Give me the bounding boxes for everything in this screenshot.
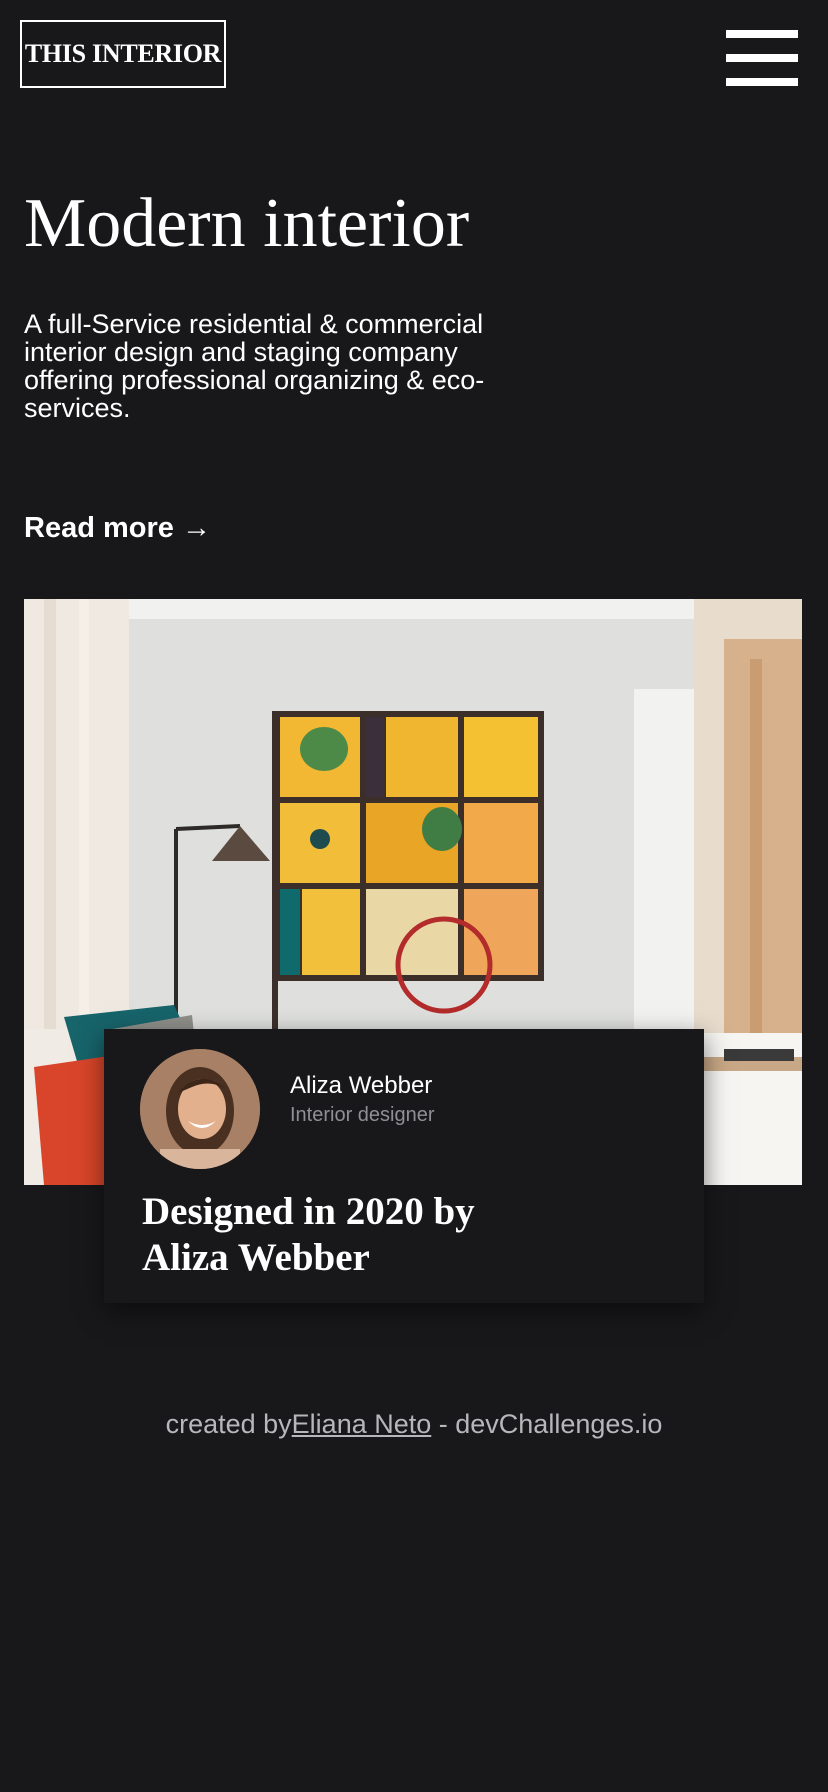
wall-art (274, 711, 544, 1014)
author-role: Interior designer (290, 1104, 435, 1126)
read-more-link[interactable]: Read more → (24, 508, 211, 548)
menu-line-top (726, 30, 798, 38)
menu-line-middle (726, 54, 798, 62)
footer: created byEliana Neto - devChallenges.io (0, 1406, 828, 1442)
footer-prefix: created by (165, 1409, 292, 1439)
hero-description: A full-Service residential & commercial … (24, 309, 485, 423)
hero-title: Modern interior (24, 185, 470, 262)
menu-line-bottom (726, 78, 798, 86)
card-title: Designed in 2020 by Aliza Webber (142, 1190, 475, 1279)
logo[interactable]: THIS INTERIOR (20, 20, 226, 88)
hamburger-menu-icon[interactable] (726, 30, 798, 86)
footer-suffix: - devChallenges.io (431, 1409, 663, 1439)
avatar (140, 1049, 260, 1169)
author-link[interactable]: Eliana Neto (292, 1409, 432, 1439)
designer-card: Aliza Webber Interior designer Designed … (104, 1029, 704, 1303)
author-name: Aliza Webber (290, 1072, 433, 1099)
